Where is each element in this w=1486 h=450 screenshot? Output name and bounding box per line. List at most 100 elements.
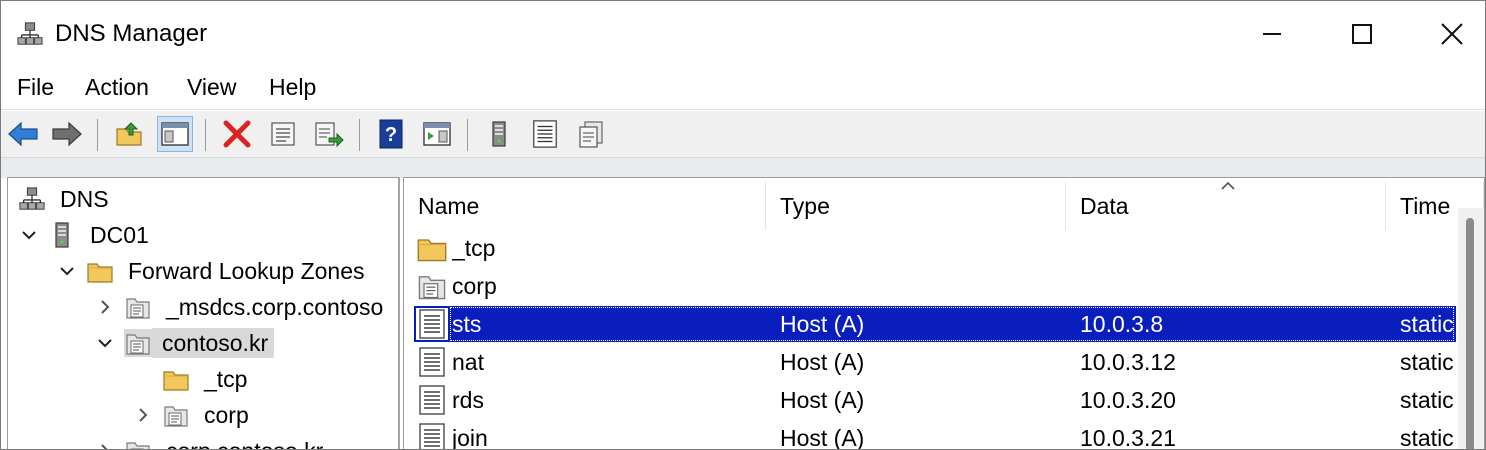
record-icon bbox=[416, 308, 448, 340]
record-name: join bbox=[452, 425, 488, 450]
toolbar-separator bbox=[97, 119, 98, 151]
record-data: 10.0.3.20 bbox=[1080, 387, 1176, 413]
vertical-scrollbar[interactable] bbox=[1458, 208, 1484, 449]
properties-icon bbox=[271, 122, 295, 146]
tree-item-label: corp bbox=[204, 402, 249, 428]
tree-item-forward-lookup-zones[interactable]: Forward Lookup Zones bbox=[56, 254, 371, 288]
list-item-tcp[interactable]: _tcp bbox=[414, 230, 1456, 266]
list-icon bbox=[530, 119, 560, 149]
server-tower-icon bbox=[48, 221, 76, 249]
back-button[interactable] bbox=[5, 116, 41, 152]
record-type: Host (A) bbox=[780, 311, 865, 337]
column-header-name[interactable]: Name bbox=[404, 182, 766, 230]
record-name: rds bbox=[452, 387, 484, 413]
toolbar-separator bbox=[205, 119, 206, 151]
tree-item-label: _msdcs.corp.contoso bbox=[166, 294, 384, 320]
chevron-right-icon[interactable] bbox=[94, 440, 116, 450]
table-row[interactable]: nat Host (A) 10.0.3.12 static bbox=[414, 344, 1456, 380]
record-type: Host (A) bbox=[780, 387, 865, 413]
record-data: 10.0.3.12 bbox=[1080, 349, 1176, 375]
close-icon bbox=[1441, 23, 1463, 45]
list-item-corp[interactable]: corp bbox=[414, 268, 1456, 304]
zone-icon bbox=[162, 401, 190, 429]
column-header-type[interactable]: Type bbox=[766, 182, 1066, 230]
tree-item-dc01[interactable]: DC01 bbox=[18, 218, 155, 252]
tree-item-contoso-kr[interactable]: contoso.kr bbox=[94, 326, 275, 360]
chevron-down-icon[interactable] bbox=[18, 224, 40, 246]
menu-view[interactable]: View bbox=[185, 73, 238, 101]
maximize-button[interactable] bbox=[1317, 9, 1407, 59]
record-name: nat bbox=[452, 349, 484, 375]
menu-file[interactable]: File bbox=[15, 73, 56, 101]
chevron-down-icon[interactable] bbox=[56, 260, 78, 282]
toolbar-separator bbox=[359, 119, 360, 151]
server-button[interactable] bbox=[481, 116, 517, 152]
record-name: corp bbox=[452, 273, 497, 299]
show-action-pane-button[interactable] bbox=[419, 116, 455, 152]
menu-bar: File Action View Help bbox=[1, 65, 1485, 110]
copy-zone-button[interactable] bbox=[573, 116, 609, 152]
tree-item-label: DC01 bbox=[90, 222, 149, 248]
tree-item-tcp[interactable]: _tcp bbox=[162, 362, 253, 396]
forward-arrow-icon bbox=[52, 121, 82, 147]
record-name: _tcp bbox=[452, 235, 496, 261]
folder-icon bbox=[162, 365, 190, 393]
tree-item-corp-contoso-kr[interactable]: corp.contoso.kr bbox=[94, 434, 329, 450]
record-timestamp: static bbox=[1400, 311, 1454, 337]
tree-item-label: DNS bbox=[60, 186, 109, 212]
tree-item-corp[interactable]: corp bbox=[132, 398, 255, 432]
toolbar-separator bbox=[467, 119, 468, 151]
tree-item-label: corp.contoso.kr bbox=[162, 436, 329, 449]
zone-icon bbox=[124, 293, 152, 321]
record-timestamp: static bbox=[1400, 349, 1454, 375]
toolbar: ? bbox=[1, 111, 1485, 157]
record-timestamp: static bbox=[1400, 425, 1454, 450]
scrollbar-thumb[interactable] bbox=[1466, 218, 1474, 449]
up-one-level-button[interactable] bbox=[111, 116, 147, 152]
table-row[interactable]: rds Host (A) 10.0.3.20 static bbox=[414, 382, 1456, 418]
chevron-right-icon[interactable] bbox=[94, 296, 116, 318]
chevron-right-icon[interactable] bbox=[132, 404, 154, 426]
back-arrow-icon bbox=[8, 121, 38, 147]
export-list-button[interactable] bbox=[311, 116, 347, 152]
show-hide-console-tree-icon bbox=[161, 122, 189, 146]
minimize-icon bbox=[1263, 33, 1281, 35]
forward-button[interactable] bbox=[49, 116, 85, 152]
tree-item-label: Forward Lookup Zones bbox=[128, 258, 365, 284]
record-type: Host (A) bbox=[780, 425, 865, 450]
up-folder-icon bbox=[116, 122, 142, 146]
record-icon bbox=[416, 346, 448, 378]
delete-icon bbox=[223, 120, 251, 148]
folder-icon bbox=[86, 257, 114, 285]
help-button[interactable]: ? bbox=[373, 116, 409, 152]
tree-item-msdcs-zone[interactable]: _msdcs.corp.contoso bbox=[94, 290, 389, 324]
chevron-down-icon[interactable] bbox=[94, 332, 116, 354]
menu-help[interactable]: Help bbox=[267, 73, 318, 101]
tree-item-label: _tcp bbox=[204, 366, 248, 392]
maximize-icon bbox=[1352, 24, 1372, 44]
zone-icon bbox=[416, 270, 448, 302]
minimize-button[interactable] bbox=[1227, 9, 1317, 59]
show-action-pane-icon bbox=[423, 122, 451, 146]
zone-icon bbox=[124, 437, 152, 450]
tree-item-dns[interactable]: DNS bbox=[18, 182, 115, 216]
record-timestamp: static bbox=[1400, 387, 1454, 413]
focus-rectangle bbox=[450, 307, 1454, 341]
list-button[interactable] bbox=[527, 116, 563, 152]
delete-button[interactable] bbox=[219, 116, 255, 152]
close-button[interactable] bbox=[1407, 9, 1485, 59]
show-hide-console-tree-button[interactable] bbox=[157, 116, 193, 152]
svg-text:?: ? bbox=[385, 124, 397, 146]
record-icon bbox=[416, 384, 448, 416]
copy-zone-icon bbox=[579, 121, 603, 148]
table-row[interactable]: join Host (A) 10.0.3.21 static bbox=[414, 420, 1456, 450]
record-data: 10.0.3.8 bbox=[1080, 311, 1164, 337]
folder-icon bbox=[416, 232, 448, 264]
toolbar-divider-band bbox=[1, 157, 1485, 178]
zone-icon bbox=[124, 329, 152, 357]
table-row[interactable]: sts Host (A) 10.0.3.8 static bbox=[414, 306, 1456, 342]
record-data: 10.0.3.21 bbox=[1080, 425, 1176, 450]
properties-button[interactable] bbox=[265, 116, 301, 152]
menu-action[interactable]: Action bbox=[83, 73, 151, 101]
record-icon bbox=[416, 422, 448, 450]
